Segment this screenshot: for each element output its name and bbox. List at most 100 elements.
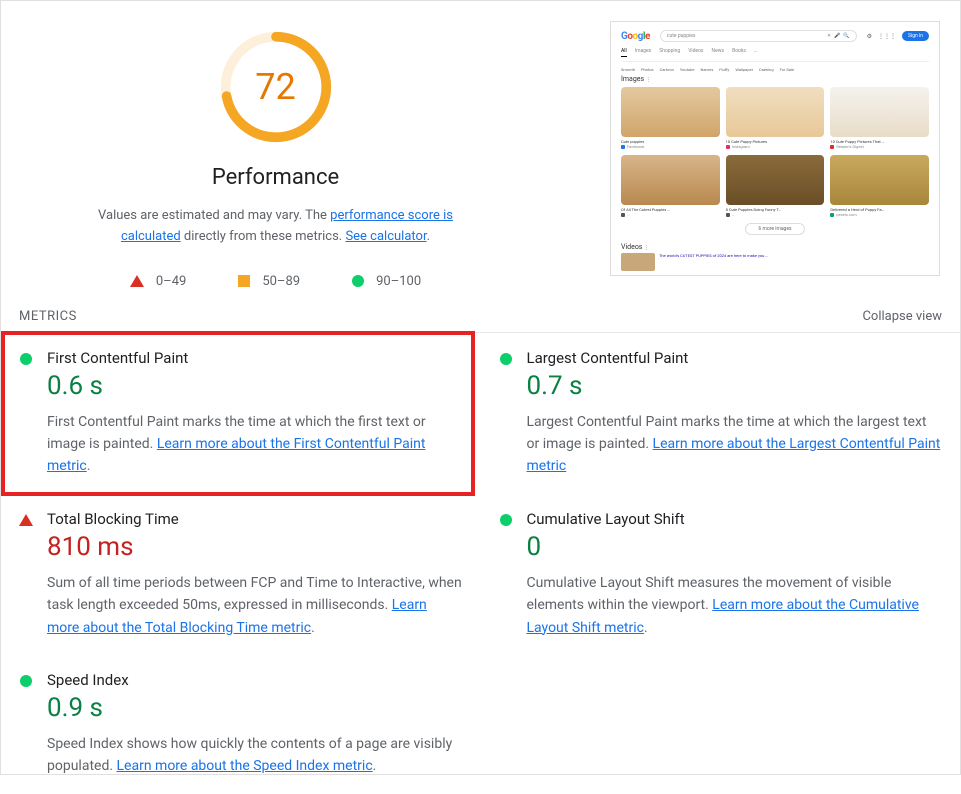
favicon-icon [726,145,730,149]
metric-value: 0.7 s [527,371,943,401]
preview-videos-heading: Videos ⋮ [621,243,929,251]
preview-source: … [621,212,720,217]
settings-icon: ⚙ [867,33,872,40]
see-calculator-link[interactable]: See calculator [345,229,426,244]
preview-image-card: Cute puppiesFacebook [621,87,720,149]
metric-description: Sum of all time periods between FCP and … [47,572,463,639]
signin-button: Sign in [902,31,929,41]
preview-tab: Videos [688,48,703,57]
legend-label: 0–49 [156,274,186,289]
preview-thumb [621,87,720,137]
learn-more-link[interactable]: Learn more about the Speed Index metric [117,758,373,774]
metric-description: Cumulative Layout Shift measures the mov… [527,572,943,639]
triangle-icon [130,275,144,287]
apps-icon: ⋮⋮⋮ [878,33,896,40]
desc-text: . [373,758,377,774]
preview-header: Google cute puppies ✕ 🎤 🔍 ⚙ ⋮⋮⋮ Sign in [621,28,929,48]
circle-icon [500,514,512,526]
metric-lcp: Largest Contentful Paint 0.7 s Largest C… [481,333,961,494]
metric-empty [481,655,961,794]
metrics-title: METRICS [19,309,77,324]
metric-tbt: Total Blocking Time 810 ms Sum of all ti… [1,494,481,655]
preview-source: Reader's Digest [830,144,929,149]
metrics-grid: First Contentful Paint 0.6 s First Conte… [1,332,960,794]
circle-icon [20,353,32,365]
preview-image-card: Of All The Cutest Puppies …… [621,155,720,217]
metric-si: Speed Index 0.9 s Speed Index shows how … [1,655,481,794]
preview-video-row: The world's CUTEST PUPPIES of 2024 are h… [621,253,929,271]
preview-tab: News [712,48,725,57]
circle-icon [500,353,512,365]
metric-fcp: First Contentful Paint 0.6 s First Conte… [1,333,481,494]
preview-more-images-button: 6 more images [745,223,805,235]
circle-icon [352,275,364,287]
preview-thumb [830,87,929,137]
desc-text: . [311,620,315,636]
preview-query: cute puppies [667,33,696,39]
google-logo-icon: Google [621,31,650,42]
desc-text: Values are estimated and may vary. The [98,208,330,223]
status-indicator [499,510,513,639]
preview-thumb [726,87,825,137]
favicon-icon [621,213,625,217]
legend-label: 90–100 [376,274,421,289]
metric-value: 0.9 s [47,693,463,723]
status-indicator [499,349,513,478]
legend-fail: 0–49 [130,274,186,289]
preview-source: pexels.com [830,212,929,217]
favicon-icon [621,145,625,149]
metric-name: Largest Contentful Paint [527,349,943,367]
preview-tab: Shopping [659,48,680,57]
desc-text: . [644,620,648,636]
score-value: 72 [255,66,295,108]
lighthouse-report: 72 Performance Values are estimated and … [0,0,961,775]
score-description: Values are estimated and may vary. The p… [76,206,476,248]
metric-cls: Cumulative Layout Shift 0 Cumulative Lay… [481,494,961,655]
metric-name: First Contentful Paint [47,349,463,367]
preview-tabs: AllImagesShoppingVideosNewsBooks… [621,48,929,62]
preview-thumb [726,155,825,205]
legend-label: 50–89 [262,274,300,289]
status-indicator [19,349,33,478]
page-screenshot-preview: Google cute puppies ✕ 🎤 🔍 ⚙ ⋮⋮⋮ Sign in … [610,21,940,276]
metric-value: 810 ms [47,532,463,562]
metric-value: 0 [527,532,943,562]
mic-icon: 🎤 [834,33,840,39]
legend-pass: 90–100 [352,274,421,289]
score-legend: 0–49 50–89 90–100 [130,274,421,289]
metric-body: Largest Contentful Paint 0.7 s Largest C… [527,349,943,478]
preview-chips: SmoothPhotosCartoonYoutubeNamesFluffyWal… [621,62,929,75]
searchbar-icons: ✕ 🎤 🔍 [827,33,850,39]
favicon-icon [726,213,730,217]
metric-description: Largest Contentful Paint marks the time … [527,411,943,478]
collapse-view-toggle[interactable]: Collapse view [862,309,942,324]
square-icon [238,275,250,287]
metrics-header: METRICS Collapse view [1,299,960,332]
metric-body: Total Blocking Time 810 ms Sum of all ti… [47,510,463,639]
preview-video-thumb [621,253,655,271]
preview-image-card: 10 Cute Puppy PicturesInstagram [726,87,825,149]
desc-text: . [87,458,91,474]
clear-icon: ✕ [827,33,831,39]
preview-video-title: The world's CUTEST PUPPIES of 2024 are h… [659,253,768,271]
preview-tab: … [754,48,757,57]
preview-searchbar: cute puppies ✕ 🎤 🔍 [660,30,857,42]
score-title: Performance [212,165,339,190]
preview-header-right: ⚙ ⋮⋮⋮ Sign in [867,31,929,41]
desc-text: . [427,229,430,244]
metric-description: First Contentful Paint marks the time at… [47,411,463,478]
preview-image-card: 10 Cute Puppy Pictures That …Reader's Di… [830,87,929,149]
preview-tab: Images [635,48,652,57]
desc-text: directly from these metrics. [181,229,346,244]
preview-image-grid: Cute puppiesFacebook10 Cute Puppy Pictur… [621,87,929,217]
status-indicator [19,671,33,778]
preview-images-heading: Images ⋮ [621,75,929,83]
top-section: 72 Performance Values are estimated and … [1,1,960,299]
favicon-icon [830,145,834,149]
favicon-icon [830,213,834,217]
metric-name: Cumulative Layout Shift [527,510,943,528]
metric-body: Cumulative Layout Shift 0 Cumulative Lay… [527,510,943,639]
search-icon: 🔍 [843,33,849,39]
preview-thumb [621,155,720,205]
metric-body: Speed Index 0.9 s Speed Index shows how … [47,671,463,778]
